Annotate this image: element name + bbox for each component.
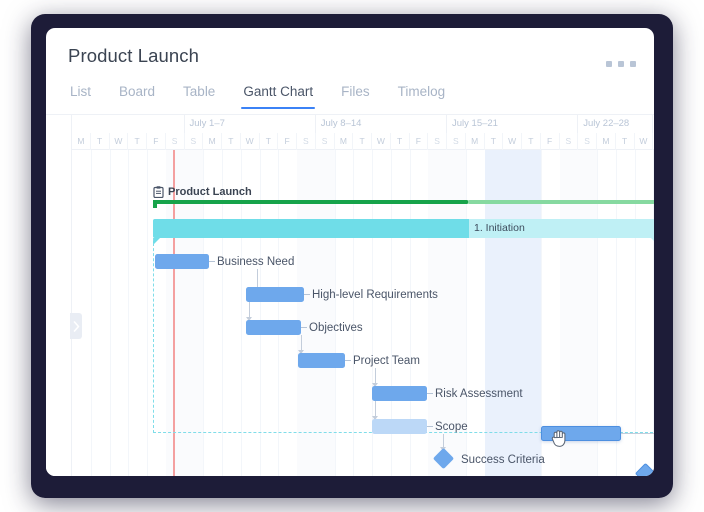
- gantt-chart-area: July 1–7 July 8–14 July 15–21 July 22–28 MT…: [46, 114, 654, 476]
- summary-bar-progress: [153, 219, 469, 238]
- more-horizontal-icon[interactable]: [606, 59, 636, 69]
- screenshot-root: Product Launch List Board Table Gantt Ch…: [0, 0, 704, 512]
- page-title: Product Launch: [68, 45, 199, 66]
- dependency-line: [621, 433, 654, 434]
- window-header: Product Launch List Board Table Gantt Ch…: [46, 28, 654, 114]
- task-stub: [427, 393, 433, 394]
- task-bar-objectives[interactable]: [246, 320, 301, 335]
- task-list-panel-collapsed: [46, 115, 72, 476]
- task-label-high-level-requirements: High-level Requirements: [312, 289, 438, 301]
- project-row-label: Product Launch: [168, 186, 252, 198]
- tab-files[interactable]: Files: [327, 84, 384, 109]
- app-window: Product Launch List Board Table Gantt Ch…: [46, 28, 654, 476]
- project-bar-remaining[interactable]: [468, 200, 654, 204]
- project-bar-cap-left: [153, 200, 157, 208]
- milestone-label-success-criteria: Success Criteria: [461, 454, 545, 466]
- task-label-business-need: Business Need: [217, 256, 295, 268]
- gantt-timeline: July 1–7 July 8–14 July 15–21 July 22–28 MT…: [72, 115, 654, 476]
- tab-gantt-chart[interactable]: Gantt Chart: [229, 84, 327, 109]
- tab-board[interactable]: Board: [105, 84, 169, 109]
- task-bar-risk-assessment[interactable]: [372, 386, 427, 401]
- task-bar-project-team[interactable]: [298, 353, 345, 368]
- task-bar-high-level-requirements[interactable]: [246, 287, 304, 302]
- chevron-right-icon: [73, 320, 79, 332]
- task-label-risk-assessment: Risk Assessment: [435, 388, 523, 400]
- task-label-project-team: Project Team: [353, 355, 420, 367]
- task-bar-dragging[interactable]: [541, 426, 621, 441]
- task-stub: [209, 261, 215, 262]
- tab-bar: List Board Table Gantt Chart Files Timel…: [68, 84, 459, 114]
- summary-bar-label: 1. Initiation: [474, 222, 525, 234]
- tab-table[interactable]: Table: [169, 84, 229, 109]
- task-label-scope: Scope: [435, 421, 468, 433]
- task-stub: [304, 294, 310, 295]
- panel-expand-handle[interactable]: [70, 313, 82, 339]
- task-bar-scope[interactable]: [372, 419, 427, 434]
- milestone-success-criteria[interactable]: [432, 447, 455, 470]
- clipboard-icon: [153, 185, 164, 199]
- task-bar-business-need[interactable]: [155, 254, 209, 269]
- tab-list[interactable]: List: [68, 84, 105, 109]
- gantt-bars-layer: Product Launch 1. Initiation Business Ne…: [72, 115, 654, 476]
- tab-timelog[interactable]: Timelog: [384, 84, 460, 109]
- task-stub: [345, 360, 351, 361]
- task-label-objectives: Objectives: [309, 322, 363, 334]
- task-stub: [427, 426, 433, 427]
- milestone-linked[interactable]: [634, 462, 654, 476]
- task-stub: [301, 327, 307, 328]
- project-bar-progress[interactable]: [153, 200, 468, 204]
